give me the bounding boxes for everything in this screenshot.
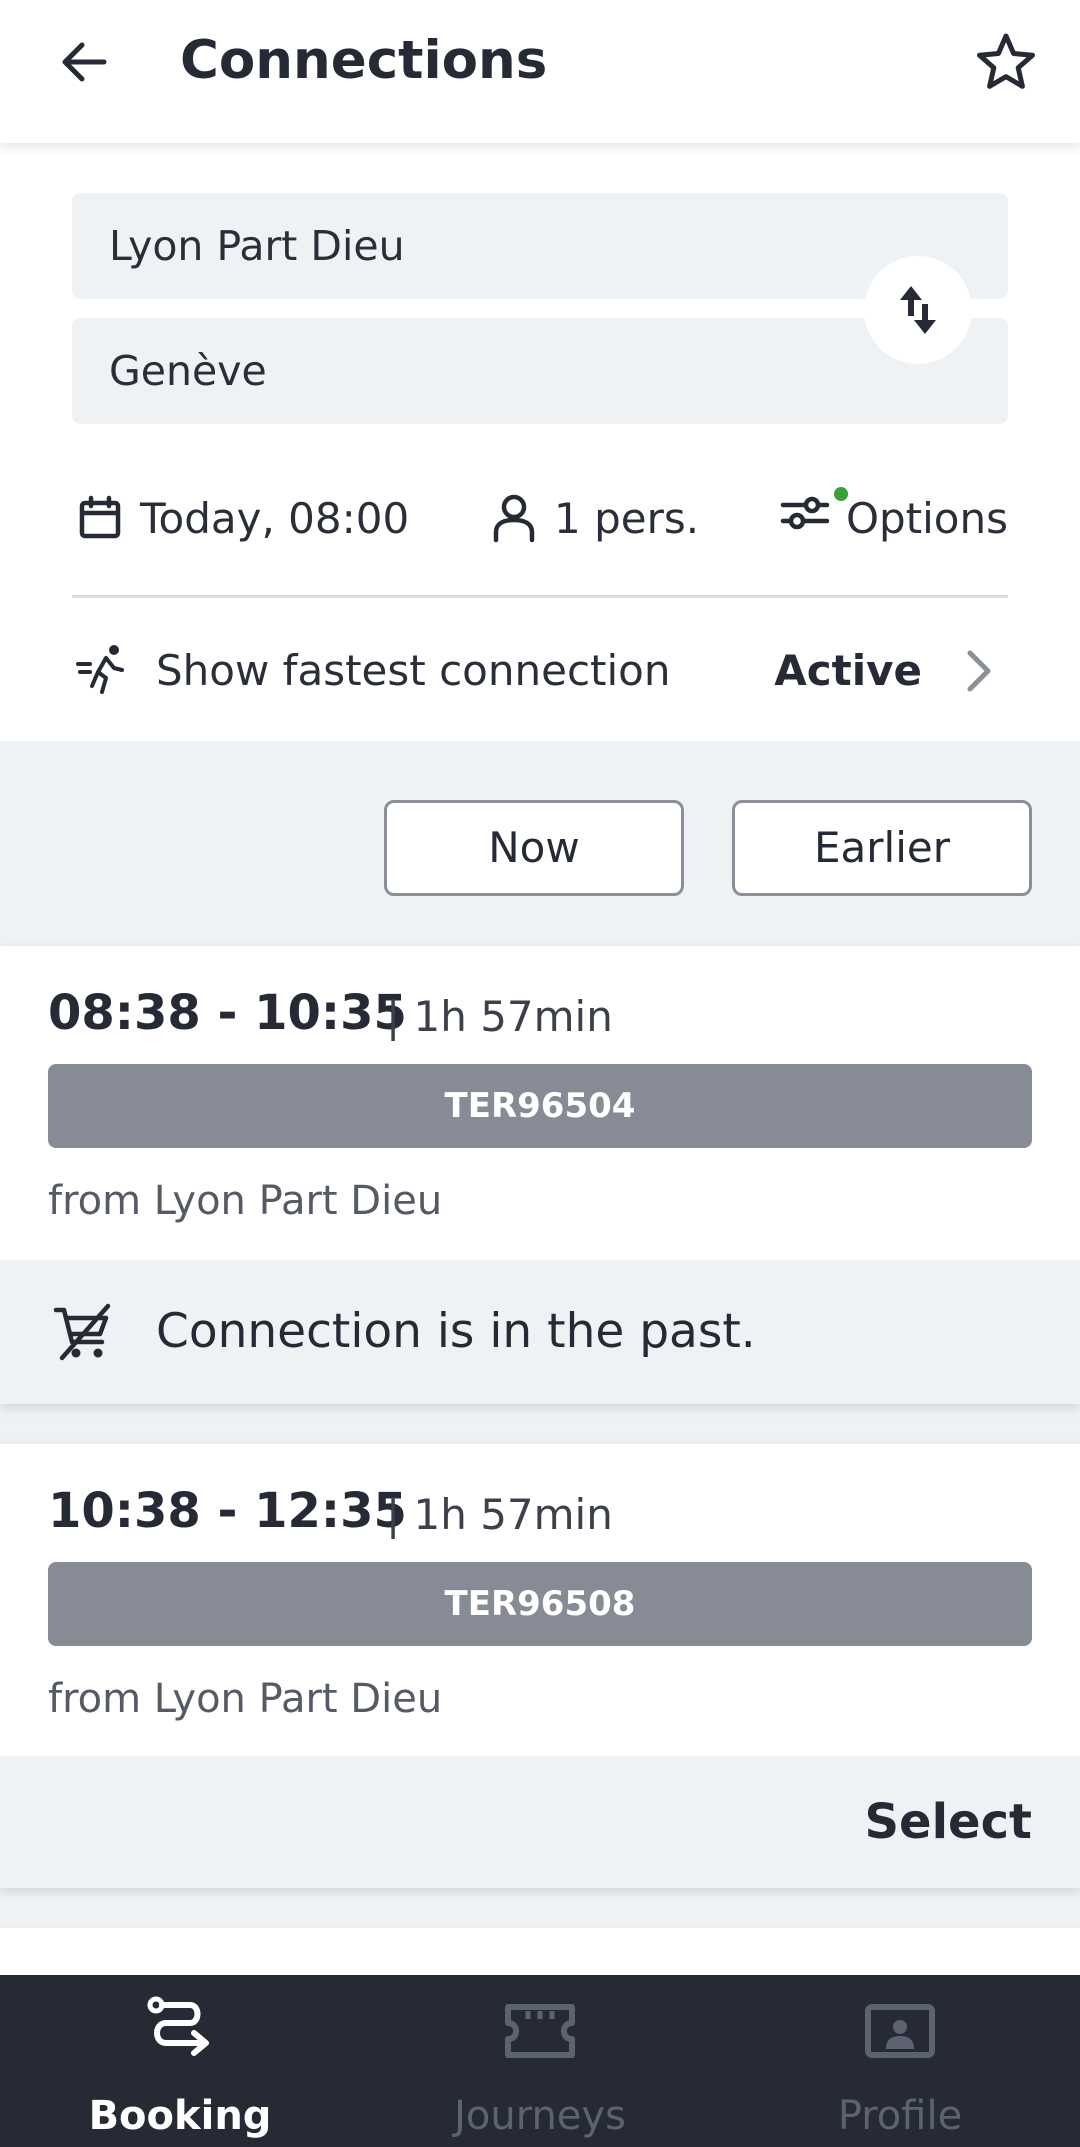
earlier-button[interactable]: Earlier bbox=[732, 800, 1032, 896]
train-badge: TER96508 bbox=[48, 1562, 1032, 1646]
ticket-icon bbox=[505, 2004, 575, 2058]
options-label: Options bbox=[845, 493, 1008, 543]
date-label: Today, 08:00 bbox=[140, 493, 410, 543]
connection-origin: from Lyon Part Dieu bbox=[48, 1676, 443, 1722]
nav-profile[interactable]: Profile bbox=[720, 1975, 1080, 2147]
back-button[interactable] bbox=[52, 30, 116, 94]
connection-origin: from Lyon Part Dieu bbox=[48, 1178, 443, 1224]
options-button[interactable]: Options bbox=[780, 483, 1008, 553]
connection-times: 08:38 - 10:35 bbox=[48, 985, 407, 1041]
divider bbox=[72, 595, 1008, 598]
cart-disabled-icon bbox=[53, 1303, 111, 1361]
arrow-left-icon bbox=[62, 42, 107, 82]
chevron-right-icon bbox=[967, 650, 991, 692]
connection-status-bar: Connection is in the past. bbox=[0, 1260, 1080, 1404]
route-icon bbox=[147, 1996, 209, 2056]
connection-card[interactable]: 08:38 - 10:35 | 1h 57min TER96504 from L… bbox=[0, 946, 1080, 1404]
date-selector[interactable]: Today, 08:00 bbox=[76, 483, 409, 553]
page-title: Connections bbox=[180, 30, 548, 91]
nav-booking-label: Booking bbox=[88, 2093, 272, 2139]
connection-duration: | 1h 57min bbox=[386, 992, 613, 1041]
fastest-connection-row[interactable]: Show fastest connection Active bbox=[72, 638, 1008, 704]
connection-card[interactable]: 10:38 - 12:35 | 1h 57min TER96508 from L… bbox=[0, 1444, 1080, 1888]
fastest-connection-state: Active bbox=[774, 646, 922, 695]
nav-journeys[interactable]: Journeys bbox=[360, 1975, 720, 2147]
train-badge: TER96504 bbox=[48, 1064, 1032, 1148]
person-icon bbox=[493, 494, 535, 543]
star-icon bbox=[977, 33, 1035, 89]
connection-status-text: Connection is in the past. bbox=[156, 1304, 756, 1359]
passenger-selector[interactable]: 1 pers. bbox=[490, 483, 699, 553]
calendar-icon bbox=[79, 495, 121, 539]
connections-screen: Connections Lyon Part Dieu Genève Today,… bbox=[0, 0, 1080, 2147]
swap-button[interactable] bbox=[864, 256, 972, 364]
search-panel: Lyon Part Dieu Genève Today, 08:00 1 per… bbox=[0, 143, 1080, 741]
to-field[interactable]: Genève bbox=[72, 318, 1008, 424]
connection-times: 10:38 - 12:35 bbox=[48, 1483, 407, 1539]
fastest-connection-label: Show fastest connection bbox=[156, 646, 671, 695]
connection-duration: | 1h 57min bbox=[386, 1490, 613, 1539]
sliders-icon bbox=[780, 487, 848, 545]
favorite-button[interactable] bbox=[972, 28, 1040, 96]
search-options-row: Today, 08:00 1 pers. Options bbox=[72, 483, 1008, 553]
nav-booking[interactable]: Booking bbox=[0, 1975, 360, 2147]
profile-card-icon bbox=[865, 2004, 935, 2058]
swap-vertical-icon bbox=[900, 286, 936, 334]
select-button[interactable]: Select bbox=[864, 1756, 1032, 1888]
bottom-navigation: Booking Journeys Profile bbox=[0, 1975, 1080, 2147]
nav-journeys-label: Journeys bbox=[454, 2093, 626, 2139]
running-person-icon bbox=[76, 645, 124, 694]
options-active-dot bbox=[833, 487, 848, 501]
now-button[interactable]: Now bbox=[384, 800, 684, 896]
connection-action-bar: Select bbox=[0, 1756, 1080, 1888]
app-header: Connections bbox=[0, 0, 1080, 143]
from-field[interactable]: Lyon Part Dieu bbox=[72, 193, 1008, 299]
nav-profile-label: Profile bbox=[837, 2093, 963, 2139]
passengers-label: 1 pers. bbox=[554, 493, 700, 543]
